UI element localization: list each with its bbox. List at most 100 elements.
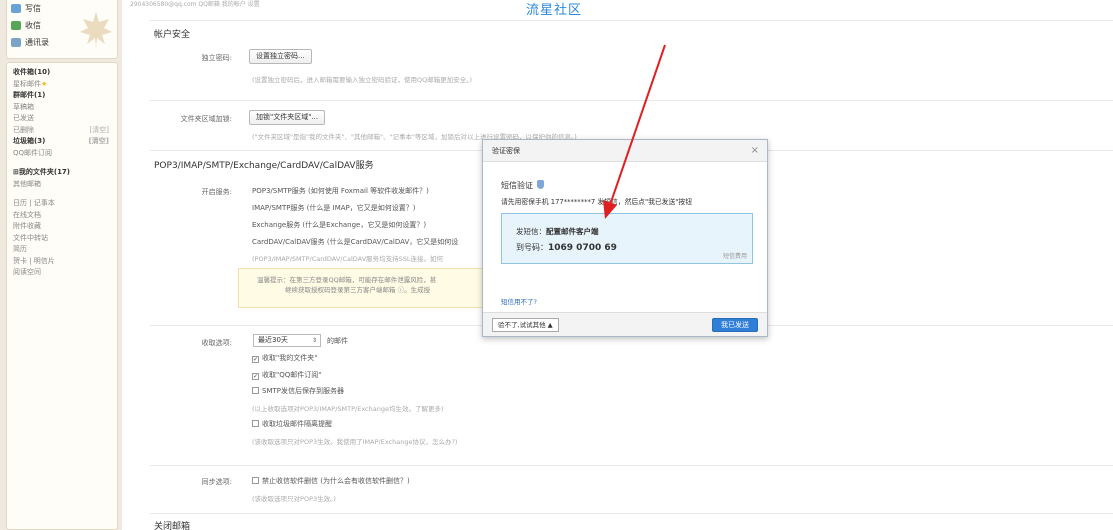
folder-item-label: 垃圾箱(3): [13, 137, 46, 145]
folder-item[interactable]: 日历 | 记事本: [13, 198, 117, 210]
folder-item[interactable]: QQ邮件订阅: [13, 148, 117, 160]
folder-item-label: 贺卡 | 明信片: [13, 256, 55, 265]
folder-item-label: 阅读空间: [13, 268, 41, 276]
folder-list: 收件箱(10) 星标邮件★ 群邮件(1) 草稿箱 已发送 已删除 [清空] 垃圾箱(3) [清空…: [6, 62, 118, 530]
folder-item-label: 已发送: [13, 114, 34, 122]
spam-reminder-option[interactable]: 收取垃圾邮件隔离提醒: [252, 419, 332, 429]
checkbox-icon[interactable]: [252, 477, 259, 484]
sms-number-line: 到号码：1069 0700 69: [516, 242, 617, 253]
folder-item[interactable]: 星标邮件★: [13, 79, 117, 91]
divider: [150, 465, 1113, 466]
shield-icon: [537, 180, 544, 189]
try-other-method-button[interactable]: 验不了,试试其他 ▲: [492, 318, 559, 332]
verify-dialog: 验证密保 × 短信验证 请先用密保手机 177********7 发短信，然后点…: [482, 139, 768, 337]
folder-item-label: 在线文档: [13, 210, 41, 219]
clear-folder-link[interactable]: [清空]: [89, 136, 109, 148]
sms-verify-title-text: 短信验证: [501, 181, 533, 190]
folder-item[interactable]: 已删除 [清空]: [13, 125, 117, 137]
set-password-button[interactable]: 设置独立密码...: [249, 49, 312, 64]
section-title-security: 帐户安全: [154, 30, 191, 40]
section-title-close-mailbox: 关闭邮箱: [154, 522, 191, 530]
service-exchange[interactable]: Exchange服务 (什么是Exchange，它又是如何设置？): [252, 220, 426, 230]
folder-item[interactable]: 收件箱(10): [13, 67, 117, 79]
watermark: 流星社区: [526, 3, 583, 18]
folder-item[interactable]: 阅读空间: [13, 267, 117, 279]
receive-hint-2: (该收取选项只对POP3生效。我使用了IMAP/Exchange协议，怎么办?): [252, 438, 458, 446]
folder-item[interactable]: ⊞我的文件夹(17): [13, 167, 117, 179]
maple-leaf-icon: [80, 12, 112, 48]
sync-hint: (该收取选项只对POP3生效。): [252, 495, 336, 503]
close-icon[interactable]: ×: [751, 140, 759, 162]
folder-item[interactable]: 简历: [13, 244, 117, 256]
write-mail-label: 写信: [25, 4, 41, 13]
checkbox-icon[interactable]: [252, 420, 259, 427]
account-strip: 2904306580@qq.com QQ邮箱 我的帐户 设置: [130, 1, 260, 8]
address-book-label: 通讯录: [25, 38, 49, 47]
folder-item-label: 收件箱(10): [13, 68, 51, 76]
folder-item-label: 群邮件(1): [13, 91, 46, 99]
independent-password-label: 独立密码:: [201, 54, 232, 62]
i-have-sent-button[interactable]: 我已发送: [712, 318, 758, 332]
sync-options-label: 同步选项:: [201, 478, 232, 486]
service-pop3[interactable]: POP3/SMTP服务 (如何使用 Foxmail 等软件收发邮件？): [252, 186, 429, 196]
sms-content-line: 发短信：配置邮件客户端: [516, 226, 599, 237]
checkbox-icon[interactable]: [252, 387, 259, 394]
sms-fee-link[interactable]: 短信费用: [723, 251, 747, 260]
checkbox-checked-icon[interactable]: ✓: [252, 373, 259, 380]
sms-description: 请先用密保手机 177********7 发短信，然后点"我已发送"按钮: [501, 198, 692, 206]
folder-item-label: 已删除: [13, 125, 34, 134]
forbid-delete-option[interactable]: 禁止收信软件删信 (为什么会有收信软件删信？): [252, 476, 410, 486]
checkbox-checked-icon[interactable]: ✓: [252, 356, 259, 363]
receive-range-select[interactable]: 最近30天 ⇕: [253, 334, 321, 347]
smtp-save-label: SMTP发信后保存到服务器: [262, 387, 344, 395]
sms-verify-title: 短信验证: [501, 180, 544, 191]
smtp-save-option[interactable]: SMTP发信后保存到服务器: [252, 386, 344, 396]
folder-item[interactable]: 已发送: [13, 113, 117, 125]
folder-item[interactable]: 其他邮箱: [13, 179, 117, 191]
receive-my-folder-option[interactable]: ✓ 收取"我的文件夹": [252, 353, 317, 363]
inbox-icon: [11, 21, 21, 30]
sms-content-label: 发短信：: [516, 227, 546, 236]
receive-subscription-option[interactable]: ✓ 收取"QQ邮件订阅": [252, 370, 321, 380]
folder-gap: [13, 159, 117, 167]
clear-folder-link[interactable]: [清空]: [90, 125, 109, 137]
contacts-icon: [11, 38, 21, 47]
divider: [150, 513, 1113, 514]
folder-item[interactable]: 文件中转站: [13, 233, 117, 245]
folder-item-label: 其他邮箱: [13, 179, 41, 188]
ssl-hint: (POP3/IMAP/SMTP/CardDAV/CalDAV服务均支持SSL连接…: [252, 255, 444, 263]
section-title-pop3: POP3/IMAP/SMTP/Exchange/CardDAV/CalDAV服务: [154, 161, 374, 171]
star-icon: ★: [41, 79, 48, 88]
folder-item-label: 星标邮件: [13, 79, 41, 88]
folder-item-label: QQ邮件订阅: [13, 148, 53, 157]
folder-item[interactable]: 群邮件(1): [13, 90, 117, 102]
folder-item-label: 日历 | 记事本: [13, 199, 55, 207]
sms-number-label: 到号码：: [516, 243, 548, 252]
receive-range-value: 最近30天: [258, 336, 288, 344]
folder-item-label: 文件中转站: [13, 233, 48, 242]
receive-mail-label: 收信: [25, 21, 41, 30]
folder-gap: [13, 190, 117, 198]
folder-item[interactable]: 贺卡 | 明信片: [13, 256, 117, 268]
service-carddav[interactable]: CardDAV/CalDAV服务 (什么是CardDAV/CalDAV，它又是如…: [252, 237, 458, 247]
folder-item-label: 附件收藏: [13, 222, 41, 230]
sms-info-box: 发短信：配置邮件客户端 到号码：1069 0700 69 短信费用: [501, 213, 753, 264]
folder-item[interactable]: 草稿箱: [13, 102, 117, 114]
folder-item[interactable]: 在线文档: [13, 210, 117, 222]
sms-unavailable-link[interactable]: 短信用不了?: [501, 296, 537, 306]
folder-item[interactable]: 垃圾箱(3) [清空]: [13, 136, 117, 148]
receive-subscription-label: 收取"QQ邮件订阅": [262, 371, 322, 379]
receive-hint-1: (以上收取选项对POP3/IMAP/SMTP/Exchange均生效。了解更多): [252, 405, 444, 413]
lock-folder-button[interactable]: 加锁"文件夹区域"...: [249, 110, 326, 125]
forbid-delete-label: 禁止收信软件删信 (为什么会有收信软件删信？): [262, 477, 410, 485]
sms-number-value: 1069 0700 69: [548, 243, 617, 253]
sidebar: 写信 收信 通讯录 收件箱(10) 星标邮件★ 群邮件(1) 草稿箱 已发送 已删除 [清空…: [0, 0, 122, 530]
quick-actions: 写信 收信 通讯录: [6, 0, 118, 59]
divider: [150, 100, 1113, 101]
service-imap[interactable]: IMAP/SMTP服务 (什么是 IMAP，它又是如何设置？): [252, 203, 415, 213]
divider: [150, 20, 1113, 21]
chevron-down-icon: ⇕: [311, 337, 317, 344]
folder-item-label: 草稿箱: [13, 102, 34, 111]
sms-content-value: 配置邮件客户端: [546, 227, 599, 236]
folder-item[interactable]: 附件收藏: [13, 221, 117, 233]
